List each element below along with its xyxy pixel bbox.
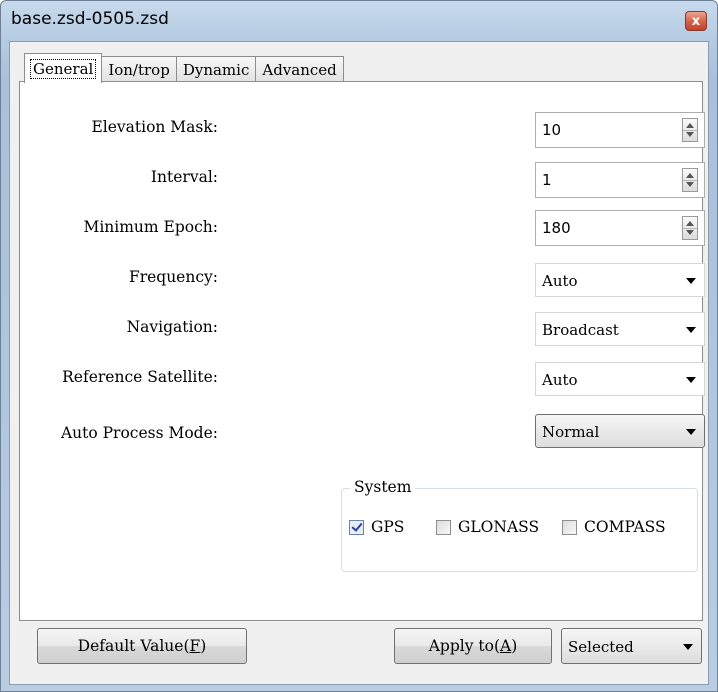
- tab-ion-trop[interactable]: Ion/trop: [102, 56, 177, 82]
- chevron-down-icon[interactable]: [686, 278, 696, 284]
- elevation-mask-value[interactable]: 10: [542, 121, 561, 139]
- minimum-epoch-label: Minimum Epoch:: [83, 218, 218, 236]
- gps-label: GPS: [371, 518, 405, 536]
- navigation-value: Broadcast: [542, 321, 619, 339]
- spin-down-icon[interactable]: [686, 132, 694, 137]
- elevation-mask-stepper[interactable]: [682, 118, 698, 142]
- interval-spinbox[interactable]: 1: [535, 162, 705, 198]
- checkbox-checked-icon[interactable]: [349, 519, 364, 535]
- tab-general[interactable]: General: [24, 53, 103, 83]
- chevron-down-icon[interactable]: [686, 327, 696, 333]
- spin-up-icon[interactable]: [686, 221, 694, 226]
- tab-dynamic[interactable]: Dynamic: [176, 56, 257, 82]
- close-icon: x: [691, 13, 701, 29]
- gps-checkbox[interactable]: GPS: [349, 518, 404, 536]
- elevation-mask-spinbox[interactable]: 10: [535, 112, 705, 148]
- default-value-label: Default Value(: [77, 637, 190, 655]
- apply-to-accel: A: [500, 637, 512, 655]
- elevation-mask-label: Elevation Mask:: [91, 118, 218, 136]
- interval-value[interactable]: 1: [542, 171, 552, 189]
- reference-satellite-value: Auto: [542, 371, 578, 389]
- minimum-epoch-stepper[interactable]: [682, 216, 698, 240]
- glonass-label: GLONASS: [458, 518, 540, 536]
- apply-to-button[interactable]: Apply to(A): [394, 628, 552, 664]
- apply-to-close: ): [511, 637, 518, 655]
- auto-process-mode-value: Normal: [542, 423, 600, 441]
- title-bar[interactable]: base.zsd-0505.zsd x: [1, 1, 717, 41]
- reference-satellite-label: Reference Satellite:: [62, 368, 218, 386]
- interval-label: Interval:: [150, 168, 218, 186]
- minimum-epoch-value[interactable]: 180: [542, 219, 571, 237]
- apply-to-label: Apply to(: [428, 637, 501, 655]
- compass-label: COMPASS: [584, 518, 666, 536]
- glonass-checkbox[interactable]: GLONASS: [436, 518, 539, 536]
- system-group-title: System: [350, 478, 416, 496]
- interval-stepper[interactable]: [682, 168, 698, 192]
- frequency-value: Auto: [542, 272, 578, 290]
- tab-strip: General Ion/trop Dynamic Advanced: [24, 53, 344, 83]
- spin-up-icon[interactable]: [686, 173, 694, 178]
- apply-target-value: Selected: [568, 638, 634, 656]
- auto-process-mode-select[interactable]: Normal: [535, 414, 705, 448]
- default-value-close: ): [200, 637, 207, 655]
- checkbox-unchecked-icon[interactable]: [436, 519, 451, 535]
- tab-general-label: General: [29, 59, 97, 79]
- spin-down-icon[interactable]: [686, 230, 694, 235]
- chevron-down-icon[interactable]: [686, 429, 696, 435]
- minimum-epoch-spinbox[interactable]: 180: [535, 210, 705, 246]
- spin-up-icon[interactable]: [686, 123, 694, 128]
- default-value-accel: F: [189, 637, 201, 655]
- window-title: base.zsd-0505.zsd: [11, 9, 169, 29]
- frequency-label: Frequency:: [128, 268, 218, 286]
- checkbox-unchecked-icon[interactable]: [562, 519, 577, 535]
- dialog-window: base.zsd-0505.zsd x General Ion/trop Dyn…: [0, 0, 718, 692]
- default-value-button[interactable]: Default Value(F): [37, 628, 247, 664]
- frequency-select[interactable]: Auto: [535, 263, 705, 297]
- chevron-down-icon[interactable]: [686, 377, 696, 383]
- navigation-select[interactable]: Broadcast: [535, 312, 705, 346]
- auto-process-mode-label: Auto Process Mode:: [60, 424, 218, 442]
- close-button[interactable]: x: [685, 11, 707, 31]
- apply-target-select[interactable]: Selected: [561, 628, 702, 664]
- reference-satellite-select[interactable]: Auto: [535, 362, 705, 396]
- dialog-client: General Ion/trop Dynamic Advanced Elevat…: [9, 41, 709, 685]
- chevron-down-icon[interactable]: [683, 644, 693, 650]
- navigation-label: Navigation:: [126, 318, 218, 336]
- spin-down-icon[interactable]: [686, 182, 694, 187]
- compass-checkbox[interactable]: COMPASS: [562, 518, 666, 536]
- tab-advanced[interactable]: Advanced: [256, 56, 344, 82]
